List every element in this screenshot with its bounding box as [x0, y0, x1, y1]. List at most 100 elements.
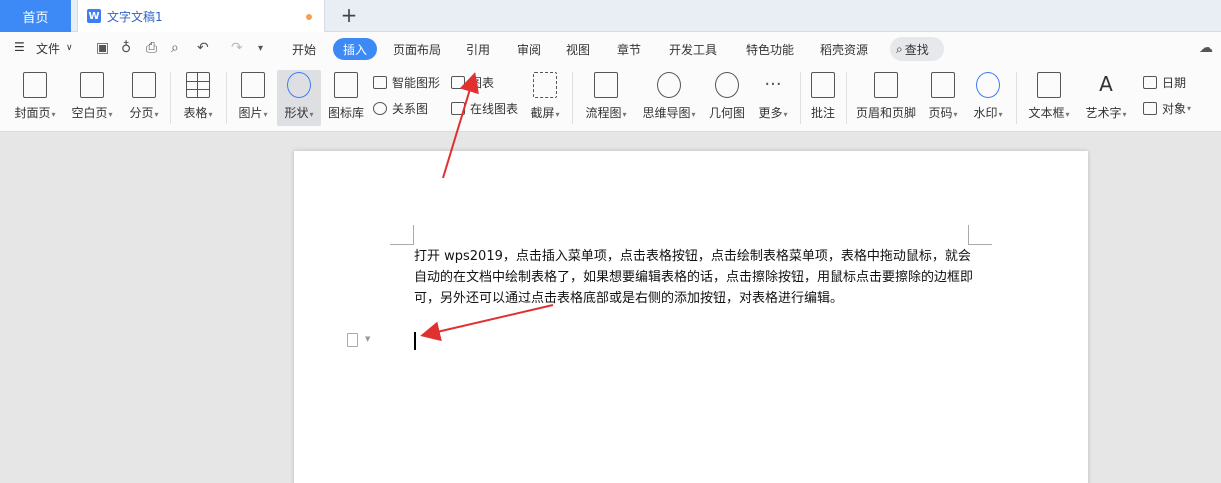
divider: [572, 72, 573, 124]
customize-toolbar-icon[interactable]: ▾: [258, 43, 263, 54]
textbox-button[interactable]: 文本框▾: [1025, 70, 1073, 126]
header-footer-button[interactable]: 页眉和页脚: [854, 70, 918, 126]
chevron-down-icon[interactable]: ▼: [365, 335, 370, 343]
table-button[interactable]: 表格▾: [180, 70, 216, 126]
watermark-icon: [976, 72, 1000, 98]
page-number-icon: [931, 72, 955, 98]
geometry-button[interactable]: 几何图: [708, 70, 746, 126]
picture-button[interactable]: 图片▾: [235, 70, 271, 126]
cloud-icon[interactable]: ☁: [1199, 40, 1213, 56]
tab-insert[interactable]: 插入: [333, 38, 378, 60]
picture-icon: [241, 72, 265, 98]
more-button[interactable]: ··· 更多▾: [755, 70, 791, 126]
save-icon[interactable]: ▣: [96, 40, 109, 56]
comment-button[interactable]: 批注: [808, 70, 838, 126]
screenshot-button[interactable]: 截屏▾: [527, 70, 563, 126]
shape-label: 形状: [284, 106, 309, 120]
file-menu[interactable]: 文件: [36, 40, 60, 57]
wordart-button[interactable]: A 艺术字▾: [1082, 70, 1130, 126]
blank-page-icon: [80, 72, 104, 98]
tab-home[interactable]: 首页: [0, 0, 71, 32]
print-icon[interactable]: ⎙: [146, 40, 157, 56]
document-tab-title: 文字文稿1: [107, 9, 163, 24]
smartart-button[interactable]: 智能图形: [373, 72, 440, 92]
document-page[interactable]: 打开 wps2019，点击插入菜单项，点击表格按钮，点击绘制表格菜单项，表格中拖…: [294, 151, 1088, 483]
header-footer-icon: [874, 72, 898, 98]
textbox-icon: [1037, 72, 1061, 98]
tab-features[interactable]: 特色功能: [746, 38, 794, 60]
relation-chart-button[interactable]: 关系图: [373, 98, 428, 118]
smartart-icon: [373, 75, 387, 89]
page-break-button[interactable]: 分页▾: [126, 70, 162, 126]
tab-docer[interactable]: 稻壳资源: [820, 38, 868, 60]
object-button[interactable]: 对象 ▾: [1143, 98, 1191, 118]
watermark-label: 水印: [973, 106, 998, 120]
margin-corner-top-left: [390, 225, 414, 245]
tab-page-layout[interactable]: 页面布局: [393, 38, 441, 60]
icon-library-icon: [334, 72, 358, 98]
wordart-icon: A: [1099, 72, 1113, 96]
cover-page-button[interactable]: 封面页▾: [12, 70, 58, 126]
geometry-icon: [715, 72, 739, 98]
icon-library-button[interactable]: 图标库: [326, 70, 366, 126]
table-icon: [186, 72, 210, 98]
tab-bar: 首页 W 文字文稿1 +: [0, 0, 1221, 32]
more-icon: ···: [764, 74, 782, 95]
flowchart-button[interactable]: 流程图▾: [582, 70, 630, 126]
page-number-label: 页码: [928, 106, 953, 120]
ribbon-insert: 封面页▾ 空白页▾ 分页▾ 表格▾ 图片▾ 形状▾ 图标库 智能图形 图表 关系…: [0, 66, 1221, 132]
menu-bar: ☰ 文件 ∨ ▣ ♁ ⎙ ⌕ ↶ ↷ ▾ 开始 插入 页面布局 引用 审阅 视图…: [0, 32, 1221, 66]
page-number-button[interactable]: 页码▾: [925, 70, 961, 126]
page-break-label: 分页: [129, 106, 154, 120]
screenshot-icon: [533, 72, 557, 98]
geometry-label: 几何图: [708, 106, 745, 120]
cover-page-label: 封面页: [14, 106, 51, 120]
chart-icon: [451, 75, 465, 89]
tab-start[interactable]: 开始: [292, 38, 316, 60]
date-label: 日期: [1162, 75, 1187, 90]
online-chart-button[interactable]: 在线图表: [451, 98, 518, 118]
mindmap-icon: [657, 72, 681, 98]
divider: [170, 72, 171, 124]
tab-references[interactable]: 引用: [466, 38, 490, 60]
relation-chart-label: 关系图: [392, 101, 429, 116]
hamburger-icon[interactable]: ☰: [14, 40, 25, 54]
flowchart-icon: [594, 72, 618, 98]
shape-icon: [287, 72, 311, 98]
chart-button[interactable]: 图表: [451, 72, 494, 92]
divider: [800, 72, 801, 124]
smartart-label: 智能图形: [392, 75, 441, 90]
wps-writer-icon: W: [87, 9, 101, 23]
chevron-down-icon[interactable]: ∨: [66, 43, 73, 53]
shape-button[interactable]: 形状▾: [277, 70, 321, 126]
tab-view[interactable]: 视图: [566, 38, 590, 60]
object-icon: [1143, 101, 1157, 115]
watermark-button[interactable]: 水印▾: [970, 70, 1006, 126]
tab-section[interactable]: 章节: [617, 38, 641, 60]
unsaved-dot-icon: [306, 14, 312, 20]
tab-review[interactable]: 审阅: [517, 38, 541, 60]
online-chart-icon: [451, 101, 465, 115]
textbox-label: 文本框: [1028, 106, 1065, 120]
search-icon: ⌕: [896, 41, 903, 56]
mindmap-button[interactable]: 思维导图▾: [640, 70, 698, 126]
tab-developer[interactable]: 开发工具: [669, 38, 717, 60]
date-button[interactable]: 日期: [1143, 72, 1186, 92]
redo-icon[interactable]: ↷: [231, 40, 243, 56]
document-paragraph[interactable]: 打开 wps2019，点击插入菜单项，点击表格按钮，点击绘制表格菜单项，表格中拖…: [414, 246, 974, 309]
search-button[interactable]: ⌕ 查找: [890, 37, 944, 61]
format-painter-icon[interactable]: ♁: [121, 40, 131, 56]
new-tab-button[interactable]: +: [338, 3, 360, 27]
tab-document[interactable]: W 文字文稿1: [77, 0, 325, 32]
margin-corner-top-right: [968, 225, 992, 245]
picture-label: 图片: [238, 106, 263, 120]
relation-chart-icon: [373, 101, 387, 115]
blank-page-label: 空白页: [71, 106, 108, 120]
undo-icon[interactable]: ↶: [197, 40, 209, 56]
paragraph-layout-icon[interactable]: [347, 333, 358, 347]
print-preview-icon[interactable]: ⌕: [171, 40, 179, 56]
divider: [846, 72, 847, 124]
online-chart-label: 在线图表: [470, 101, 519, 116]
blank-page-button[interactable]: 空白页▾: [69, 70, 115, 126]
header-footer-label: 页眉和页脚: [855, 106, 916, 120]
